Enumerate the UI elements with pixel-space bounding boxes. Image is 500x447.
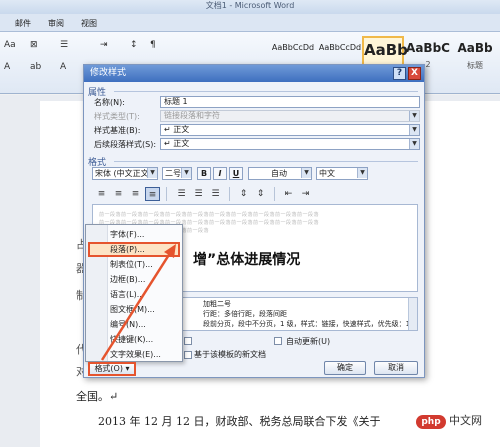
chevron-down-icon: ▼ — [409, 139, 419, 149]
line-spacing-1-5-icon[interactable]: ☰ — [191, 187, 206, 201]
format-button[interactable]: 格式(O) ▾ — [88, 362, 136, 376]
highlight-icon[interactable]: ab — [30, 62, 41, 72]
description-line: 行距：多倍行距，段落间距 — [203, 310, 287, 318]
close-button[interactable]: X — [408, 67, 421, 80]
based-on-select[interactable]: ↵ 正文 ▼ — [160, 124, 420, 136]
window-title: 文档1 - Microsoft Word — [0, 0, 500, 14]
menu-item-paragraph[interactable]: 段落(P)... — [110, 243, 145, 256]
chevron-down-icon: ▼ — [301, 168, 311, 178]
increase-indent-icon[interactable]: ⇥ — [298, 187, 313, 201]
italic-button[interactable]: I — [213, 167, 227, 180]
preview-sample-text: 增”总体进展情况 — [193, 252, 301, 268]
description-scrollbar[interactable] — [408, 298, 417, 330]
separator — [274, 187, 275, 201]
decrease-indent-icon[interactable]: ⇤ — [281, 187, 296, 201]
auto-update-label: 自动更新(U) — [286, 337, 331, 346]
dialog-title: 修改样式 — [90, 68, 127, 78]
menu-item-numbering[interactable]: 编号(N)... — [110, 318, 146, 331]
divider — [114, 91, 418, 92]
menu-item-border[interactable]: 边框(B)... — [110, 273, 145, 286]
template-option-label: 基于该模板的新文档 — [194, 350, 266, 359]
color-select[interactable]: 自动 ▼ — [248, 167, 312, 180]
ok-button[interactable]: 确定 — [324, 361, 366, 375]
description-line: 段前分页，段中不分页，1 级，样式：链接，快速样式，优先级：10 — [203, 320, 415, 328]
style-type-select: 链接段落和字符 ▼ — [160, 110, 420, 122]
chevron-down-icon: ▼ — [147, 168, 157, 178]
chevron-down-icon: ▼ — [357, 168, 367, 178]
menu-item-language[interactable]: 语言(L)... — [110, 288, 144, 301]
change-case-button[interactable]: Aa — [4, 40, 16, 50]
tab-review[interactable]: 审阅 — [48, 18, 64, 29]
help-button[interactable]: ? — [393, 67, 406, 80]
cancel-button[interactable]: 取消 — [374, 361, 418, 375]
chevron-down-icon: ▼ — [409, 111, 419, 121]
space-after-icon[interactable]: ⇕ — [253, 187, 268, 201]
sort-icon[interactable]: ↕ — [130, 40, 138, 50]
indent-icon[interactable]: ⇥ — [100, 40, 108, 50]
doc-line: 2013 年 12 月 12 日，财政部、税务总局联合下发《关于 — [98, 415, 381, 428]
tab-view[interactable]: 视图 — [81, 18, 97, 29]
size-select[interactable]: 二号 ▼ — [162, 167, 192, 180]
menu-item-frame[interactable]: 图文框(M)... — [110, 303, 155, 316]
list-icon[interactable]: ☰ — [60, 40, 68, 50]
menu-item-shortcut[interactable]: 快捷键(K)... — [110, 333, 153, 346]
style-title[interactable]: AaBb 标题 — [452, 36, 498, 76]
menu-item-font[interactable]: 字体(F)... — [110, 228, 144, 241]
based-on-label: 样式基准(B): — [94, 126, 141, 135]
bold-button[interactable]: B — [197, 167, 211, 180]
separator — [229, 187, 230, 201]
font-select[interactable]: 宋体 (中文正文) ▼ — [92, 167, 158, 180]
align-justify-icon[interactable]: ≡ — [145, 187, 160, 201]
align-center-icon[interactable]: ≡ — [111, 187, 126, 201]
ribbon-tabs: 邮件 审阅 视图 — [0, 14, 500, 32]
next-style-select[interactable]: ↵ 正文 ▼ — [160, 138, 420, 150]
only-this-document-radio[interactable] — [184, 351, 192, 359]
divider — [114, 161, 418, 162]
next-style-label: 后续段落样式(S): — [94, 140, 157, 149]
watermark-text: 中文网 — [449, 414, 482, 427]
separator — [166, 187, 167, 201]
menu-item-text-effects[interactable]: 文字效果(E)... — [110, 348, 161, 361]
chevron-down-icon: ▼ — [409, 125, 419, 135]
clear-format-icon[interactable]: ⊠ — [30, 40, 38, 50]
watermark: php 中文网 — [410, 410, 488, 431]
line-spacing-single-icon[interactable]: ☰ — [174, 187, 189, 201]
align-left-icon[interactable]: ≡ — [94, 187, 109, 201]
preview-line: 前一段落前一段落前一段落前一段落前一段落前一段落前一段落前一段落前一段落前一段落 — [99, 212, 320, 218]
add-to-quick-styles-checkbox[interactable] — [184, 337, 192, 345]
font-color-icon[interactable]: A — [60, 62, 66, 72]
align-right-icon[interactable]: ≡ — [128, 187, 143, 201]
chevron-down-icon: ▼ — [181, 168, 191, 178]
dialog-title-bar[interactable]: 修改样式 ? X — [84, 65, 424, 82]
menu-item-tabs[interactable]: 制表位(T)... — [110, 258, 153, 271]
underline-button[interactable]: U — [229, 167, 243, 180]
doc-line: 全国。↵ — [76, 390, 119, 403]
watermark-logo: php — [416, 415, 446, 429]
description-line: 加粗二号 — [203, 300, 231, 308]
name-label: 名称(N): — [94, 98, 125, 107]
show-marks-icon[interactable]: ¶ — [150, 40, 156, 50]
auto-update-checkbox[interactable] — [274, 337, 282, 345]
tab-mailings[interactable]: 邮件 — [15, 18, 31, 29]
space-before-icon[interactable]: ⇕ — [236, 187, 251, 201]
name-input[interactable]: 标题 1 — [160, 96, 420, 108]
line-spacing-double-icon[interactable]: ☰ — [208, 187, 223, 201]
language-select[interactable]: 中文 ▼ — [316, 167, 368, 180]
style-type-label: 样式类型(T): — [94, 112, 140, 121]
format-menu: 字体(F)... 段落(P)... 制表位(T)... 边框(B)... 语言(… — [85, 224, 183, 362]
text-effect-icon[interactable]: A — [4, 62, 10, 72]
